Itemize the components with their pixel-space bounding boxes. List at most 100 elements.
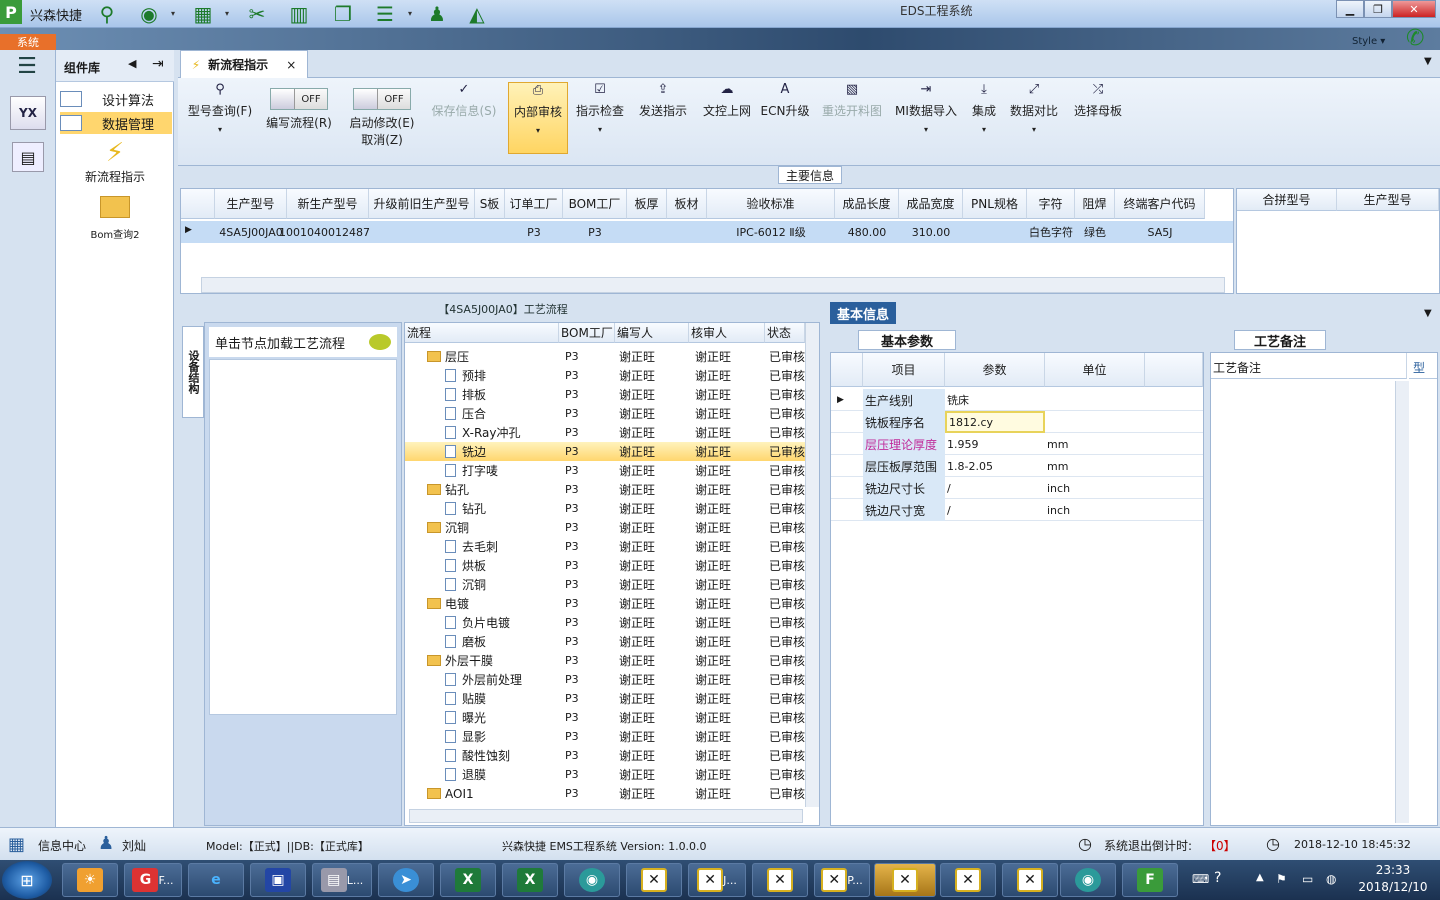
tree-row[interactable]: 外层干膜 P3 谢正旺 谢正旺 已审核: [405, 651, 805, 670]
column-header[interactable]: 升级前旧生产型号: [369, 189, 475, 219]
tree-node[interactable]: 铣边: [445, 442, 486, 461]
taskbar-app-l[interactable]: ▤ L...: [312, 863, 372, 897]
tree-row[interactable]: 排板 P3 谢正旺 谢正旺 已审核: [405, 385, 805, 404]
globe-icon[interactable]: ◉: [132, 1, 166, 27]
chevron-down-icon[interactable]: ▾: [408, 9, 412, 18]
param-row[interactable]: ▶ 生产线别 铣床: [831, 389, 1203, 411]
node-list[interactable]: [209, 359, 397, 715]
grid-icon[interactable]: ▦: [186, 1, 220, 27]
taskbar-eds-app[interactable]: F: [1122, 863, 1178, 897]
chevron-left-icon[interactable]: ◀: [128, 57, 136, 70]
column-header[interactable]: BOM工厂: [559, 323, 615, 343]
keyboard-icon[interactable]: ⌨: [1192, 872, 1209, 886]
component-item-data-management[interactable]: 数据管理: [60, 112, 172, 134]
param-row[interactable]: 层压理论厚度 1.959 mm: [831, 433, 1203, 455]
vertical-scrollbar[interactable]: [805, 323, 819, 807]
tree-row[interactable]: 钻孔 P3 谢正旺 谢正旺 已审核: [405, 480, 805, 499]
tree-row[interactable]: 沉铜 P3 谢正旺 谢正旺 已审核: [405, 575, 805, 594]
chevron-down-icon[interactable]: ▾: [225, 9, 229, 18]
copy-icon[interactable]: ❐: [326, 1, 360, 27]
tree-row[interactable]: 酸性蚀刻 P3 谢正旺 谢正旺 已审核: [405, 746, 805, 765]
doc-upload-button[interactable]: ☁ 文控上网: [698, 82, 756, 152]
tree-node[interactable]: 显影: [445, 727, 486, 746]
tab-close-icon[interactable]: ×: [286, 58, 296, 72]
column-header[interactable]: 核审人: [689, 323, 765, 343]
close-button[interactable]: ✕: [1392, 0, 1436, 18]
table-cell[interactable]: [475, 221, 505, 243]
param-value[interactable]: 1812.cy: [945, 411, 1045, 433]
param-row[interactable]: 铣边尺寸长 / inch: [831, 477, 1203, 499]
toggle-switch[interactable]: OFF: [270, 88, 328, 110]
table-cell[interactable]: P3: [505, 221, 563, 243]
taskbar-feather[interactable]: ➤: [378, 863, 434, 897]
search-icon[interactable]: ⚲: [90, 1, 124, 27]
help-icon[interactable]: ?: [1214, 870, 1221, 886]
table-cell[interactable]: [963, 221, 1027, 243]
taskbar-app-p[interactable]: ✕ P...: [814, 863, 870, 897]
tree-row[interactable]: 电镀 P3 谢正旺 谢正旺 已审核: [405, 594, 805, 613]
tray-expand-icon[interactable]: ▲: [1256, 872, 1264, 883]
data-compare-button[interactable]: ⤢ 数据对比 ▾: [1008, 82, 1060, 152]
film-icon[interactable]: ▥: [282, 1, 316, 27]
column-header[interactable]: 项目: [863, 353, 945, 387]
param-row[interactable]: 铣板程序名 1812.cy: [831, 411, 1203, 433]
restore-button[interactable]: ❐: [1364, 0, 1392, 18]
cancel-label[interactable]: 取消(Z): [361, 131, 403, 148]
tree-row[interactable]: 预排 P3 谢正旺 谢正旺 已审核: [405, 366, 805, 385]
taskbar-excel-1[interactable]: X: [440, 863, 496, 897]
tree-row[interactable]: 钻孔 P3 谢正旺 谢正旺 已审核: [405, 499, 805, 518]
tree-row[interactable]: 烘板 P3 谢正旺 谢正旺 已审核: [405, 556, 805, 575]
tree-node[interactable]: 酸性蚀刻: [445, 746, 510, 765]
tree-node[interactable]: 层压: [427, 347, 469, 366]
column-header[interactable]: 单位: [1045, 353, 1145, 387]
start-modify-toggle[interactable]: OFF 启动修改(E) 取消(Z): [344, 82, 420, 152]
tree-row[interactable]: 铣边 P3 谢正旺 谢正旺 已审核: [405, 442, 805, 461]
vertical-scrollbar[interactable]: [1395, 381, 1409, 823]
tree-row[interactable]: 去毛刺 P3 谢正旺 谢正旺 已审核: [405, 537, 805, 556]
tree-node[interactable]: 钻孔: [427, 480, 469, 499]
tree-node[interactable]: 曝光: [445, 708, 486, 727]
check-button[interactable]: ☑ 指示检查 ▾: [572, 82, 628, 152]
table-cell[interactable]: 4SA5J00JA0: [215, 221, 287, 243]
style-menu[interactable]: Style ▾: [1352, 36, 1385, 47]
system-tab[interactable]: 系统: [0, 34, 56, 50]
send-button[interactable]: ⇪ 发送指示: [634, 82, 692, 152]
tree-node[interactable]: 压合: [445, 404, 486, 423]
column-header[interactable]: BOM工厂: [563, 189, 627, 219]
column-header[interactable]: 终端客户代码: [1115, 189, 1205, 219]
tree-row[interactable]: 退膜 P3 谢正旺 谢正旺 已审核: [405, 765, 805, 784]
param-row[interactable]: 层压板厚范围 1.8-2.05 mm: [831, 455, 1203, 477]
taskbar-clock[interactable]: 23:33 2018/12/10: [1350, 862, 1436, 898]
integrate-button[interactable]: ⤓ 集成 ▾: [966, 82, 1002, 152]
tree-row[interactable]: 磨板 P3 谢正旺 谢正旺 已审核: [405, 632, 805, 651]
edit-flow-toggle[interactable]: OFF 编写流程(R): [260, 82, 338, 152]
component-item-design-algorithm[interactable]: 设计算法: [60, 88, 172, 110]
column-header[interactable]: 板材: [667, 189, 707, 219]
tree-node[interactable]: 排板: [445, 385, 486, 404]
param-value[interactable]: 1.8-2.05: [945, 455, 1045, 477]
scissors-icon[interactable]: ✂: [240, 1, 274, 27]
tree-row[interactable]: 层压 P3 谢正旺 谢正旺 已审核: [405, 347, 805, 366]
chevron-down-icon[interactable]: ▼: [1424, 308, 1432, 319]
column-header[interactable]: 参数: [945, 353, 1045, 387]
table-cell[interactable]: 绿色: [1075, 221, 1115, 243]
volume-icon[interactable]: ◍: [1326, 872, 1336, 886]
flag-icon[interactable]: ⚑: [1276, 872, 1287, 886]
taskbar-xwin-2[interactable]: ✕: [752, 863, 808, 897]
internal-review-button[interactable]: ⎙ 内部审核 ▾: [508, 82, 568, 154]
param-value[interactable]: 铣床: [945, 389, 1045, 411]
tree-row[interactable]: AOI1 P3 谢正旺 谢正旺 已审核: [405, 784, 805, 803]
table-cell[interactable]: P3: [563, 221, 627, 243]
column-header[interactable]: 工艺备注: [1211, 353, 1407, 379]
table-cell[interactable]: [667, 221, 707, 243]
column-header[interactable]: PNL规格: [963, 189, 1027, 219]
column-header[interactable]: 合拼型号: [1237, 189, 1337, 211]
calculator-icon[interactable]: ▤: [12, 142, 44, 172]
column-header[interactable]: 字符: [1027, 189, 1075, 219]
tree-node[interactable]: 电镀: [427, 594, 469, 613]
taskbar-xwin-3[interactable]: ✕: [940, 863, 996, 897]
toggle-switch[interactable]: OFF: [353, 88, 411, 110]
column-header[interactable]: 阻焊: [1075, 189, 1115, 219]
tree-node[interactable]: AOI1: [427, 784, 474, 803]
tree-row[interactable]: 打字唛 P3 谢正旺 谢正旺 已审核: [405, 461, 805, 480]
